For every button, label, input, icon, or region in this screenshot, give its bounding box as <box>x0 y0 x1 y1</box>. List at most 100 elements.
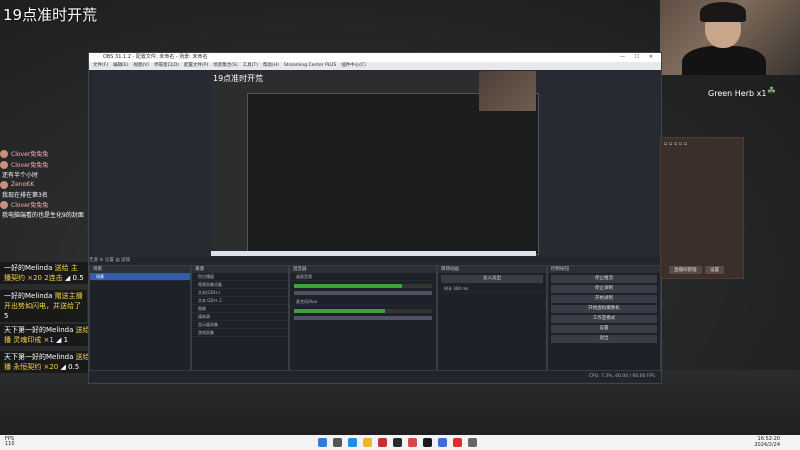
app-icon[interactable] <box>423 438 432 447</box>
gift-item: 开出势如闪电，并送给了 <box>4 302 81 310</box>
start-icon[interactable] <box>318 438 327 447</box>
app-icon[interactable] <box>378 438 387 447</box>
volume-slider[interactable] <box>294 291 432 295</box>
app-icon[interactable] <box>438 438 447 447</box>
chat-message: Clover兔兔兔 <box>0 148 100 159</box>
webcam-person-hair <box>700 2 746 22</box>
duration-label: 时长 <box>444 286 452 291</box>
chat-message: ZenoKK <box>0 179 100 190</box>
menu-tools[interactable]: 工具(T) <box>243 63 258 68</box>
folder-icon[interactable] <box>363 438 372 447</box>
menu-edit[interactable]: 编辑(E) <box>113 63 128 68</box>
mixer-channel-label: 桌面音频 <box>290 273 436 281</box>
gift-user: 天下第一好的Melinda <box>4 326 74 334</box>
scenes-dock: 场景 场景 <box>89 265 191 371</box>
start-recording-button[interactable]: 开始录制 <box>551 295 657 303</box>
chat-text: 我现在排在第3名 <box>2 192 48 199</box>
scenes-dock-title: 场景 <box>90 266 190 273</box>
source-item[interactable]: 媒体源 <box>192 313 288 321</box>
gift-item: 播 永恒契约 ×20 <box>4 363 59 371</box>
exit-button[interactable]: 退出 <box>551 335 657 343</box>
preview-webcam <box>479 71 536 111</box>
stop-stream-button[interactable]: 停止推流 <box>551 275 657 283</box>
room-manage-button[interactable]: 直播间管理 <box>669 266 702 274</box>
gift-item: 播 灵魂印戒 ×1 <box>4 336 54 344</box>
menu-docks[interactable]: 停靠窗口(D) <box>154 63 179 68</box>
source-item[interactable]: 图像 <box>192 305 288 313</box>
transitions-dock: 转场动画 淡入淡出 时长 300 ms <box>437 265 547 371</box>
obs-title-bar: OBS 31.1.2 - 配置文件: 未命名 - 场景: 未命名 — ☐ ✕ <box>89 53 661 62</box>
chat-user: ZenoKK <box>11 181 35 188</box>
avatar <box>0 149 8 158</box>
obs-window: OBS 31.1.2 - 配置文件: 未命名 - 场景: 未命名 — ☐ ✕ 文… <box>88 52 662 384</box>
webcam-overlay <box>660 0 800 75</box>
window-controls[interactable]: — ☐ ✕ <box>620 53 657 62</box>
menu-view[interactable]: 视图(V) <box>133 63 149 68</box>
transition-select[interactable]: 淡入淡出 <box>441 275 543 283</box>
gift-action: 送给 主 <box>54 264 78 272</box>
scene-item[interactable]: 场景 <box>90 273 190 281</box>
sources-dock-title: 来源 <box>192 266 288 273</box>
avatar <box>0 200 8 209</box>
panel-settings-button[interactable]: 设置 <box>705 266 724 274</box>
source-toolbar[interactable]: 无源 ⚙ 设置 ▤ 滤镜 <box>89 257 661 265</box>
app-icon[interactable] <box>453 438 462 447</box>
fps-readout: FPS 110 <box>5 436 15 447</box>
stream-title: 19点准时开荒 <box>3 6 98 24</box>
volume-slider[interactable] <box>294 316 432 320</box>
audio-meter <box>294 309 432 313</box>
transition-duration[interactable]: 时长 300 ms <box>438 285 546 293</box>
source-item[interactable]: 游戏采集 <box>192 329 288 337</box>
window-title: OBS 31.1.2 - 配置文件: 未命名 - 场景: 未命名 <box>103 54 208 60</box>
source-item[interactable]: 文本 GDI+ 2 <box>192 297 288 305</box>
studio-mode-button[interactable]: 工作室模式 <box>551 315 657 323</box>
herb-icon: ☘ <box>767 86 776 97</box>
gift-action: 赠送主播 <box>54 292 83 300</box>
app-icon[interactable] <box>468 438 477 447</box>
chat-message: Clover兔兔兔 <box>0 159 100 170</box>
source-item[interactable]: 视频采集设备 <box>192 281 288 289</box>
gift-item: 播契约 ×20 2连击 <box>4 274 63 282</box>
webcam-person-body <box>682 46 766 75</box>
chat-user: Clover兔兔兔 <box>11 151 49 158</box>
settings-button[interactable]: 设置 <box>551 325 657 333</box>
menu-streaming-center[interactable]: Streaming Center PLUS <box>284 63 336 68</box>
clock-date: 2024/2/24 <box>754 442 780 448</box>
chat-user: Clover兔兔兔 <box>11 202 49 209</box>
app-icon[interactable] <box>408 438 417 447</box>
audio-meter <box>294 284 432 288</box>
obs-docks: 场景 场景 来源 色位播窗 视频采集设备 文本(GDI+) 文本 GDI+ 2 … <box>89 265 661 371</box>
menu-scene-collection[interactable]: 场景集合(S) <box>213 63 237 68</box>
panel-header: ▫ ▫ ▫ ▫ ▫ <box>664 141 688 147</box>
obs-menu-bar: 文件(F) 编辑(E) 视图(V) 停靠窗口(D) 配置文件(P) 场景集合(S) 工具(T… <box>89 62 661 70</box>
source-item[interactable]: 显示器采集 <box>192 321 288 329</box>
controls-dock-title: 控制按钮 <box>548 266 660 273</box>
game-item-label: Green Herb x1 <box>708 89 767 98</box>
preview-taskbar <box>211 251 536 256</box>
audio-mixer-dock: 混音器 桌面音频 麦克风/Aux <box>289 265 437 371</box>
preview-title: 19点准时开荒 <box>213 74 264 83</box>
mixer-channel-label: 麦克风/Aux <box>290 298 436 306</box>
gift-value: 1 <box>63 336 69 344</box>
menu-file[interactable]: 文件(F) <box>93 63 108 68</box>
gift-user: 一好的Melinda <box>4 292 53 300</box>
chat-user: Clover兔兔兔 <box>11 162 49 169</box>
gift-message: 一好的Melinda 送给 主播契约 ×20 2连击 ◢ 0.5 <box>0 262 88 284</box>
stop-recording-button[interactable]: 停止录制 <box>551 285 657 293</box>
chat-message: Clover兔兔兔 <box>0 199 100 210</box>
edge-icon[interactable] <box>348 438 357 447</box>
virtual-camera-button[interactable]: 开始虚拟摄像机 <box>551 305 657 313</box>
source-item[interactable]: 色位播窗 <box>192 273 288 281</box>
windows-taskbar: FPS 110 16:52:20 2024/2/24 <box>0 435 800 450</box>
menu-help[interactable]: 帮助(H) <box>263 63 279 68</box>
gift-value: 0.5 <box>72 274 84 282</box>
obs-icon[interactable] <box>393 438 402 447</box>
chat-text: 我电脑端看的也是生化9的封面 <box>2 212 84 219</box>
source-item[interactable]: 文本(GDI+) <box>192 289 288 297</box>
menu-profile[interactable]: 配置文件(P) <box>184 63 208 68</box>
clock[interactable]: 16:52:20 2024/2/24 <box>754 436 780 448</box>
menu-plugins[interactable]: 插件中心(C) <box>341 63 366 68</box>
search-icon[interactable] <box>333 438 342 447</box>
obs-preview[interactable]: 19点准时开荒 <box>211 71 539 256</box>
gift-user: 一好的Melinda <box>4 264 53 272</box>
